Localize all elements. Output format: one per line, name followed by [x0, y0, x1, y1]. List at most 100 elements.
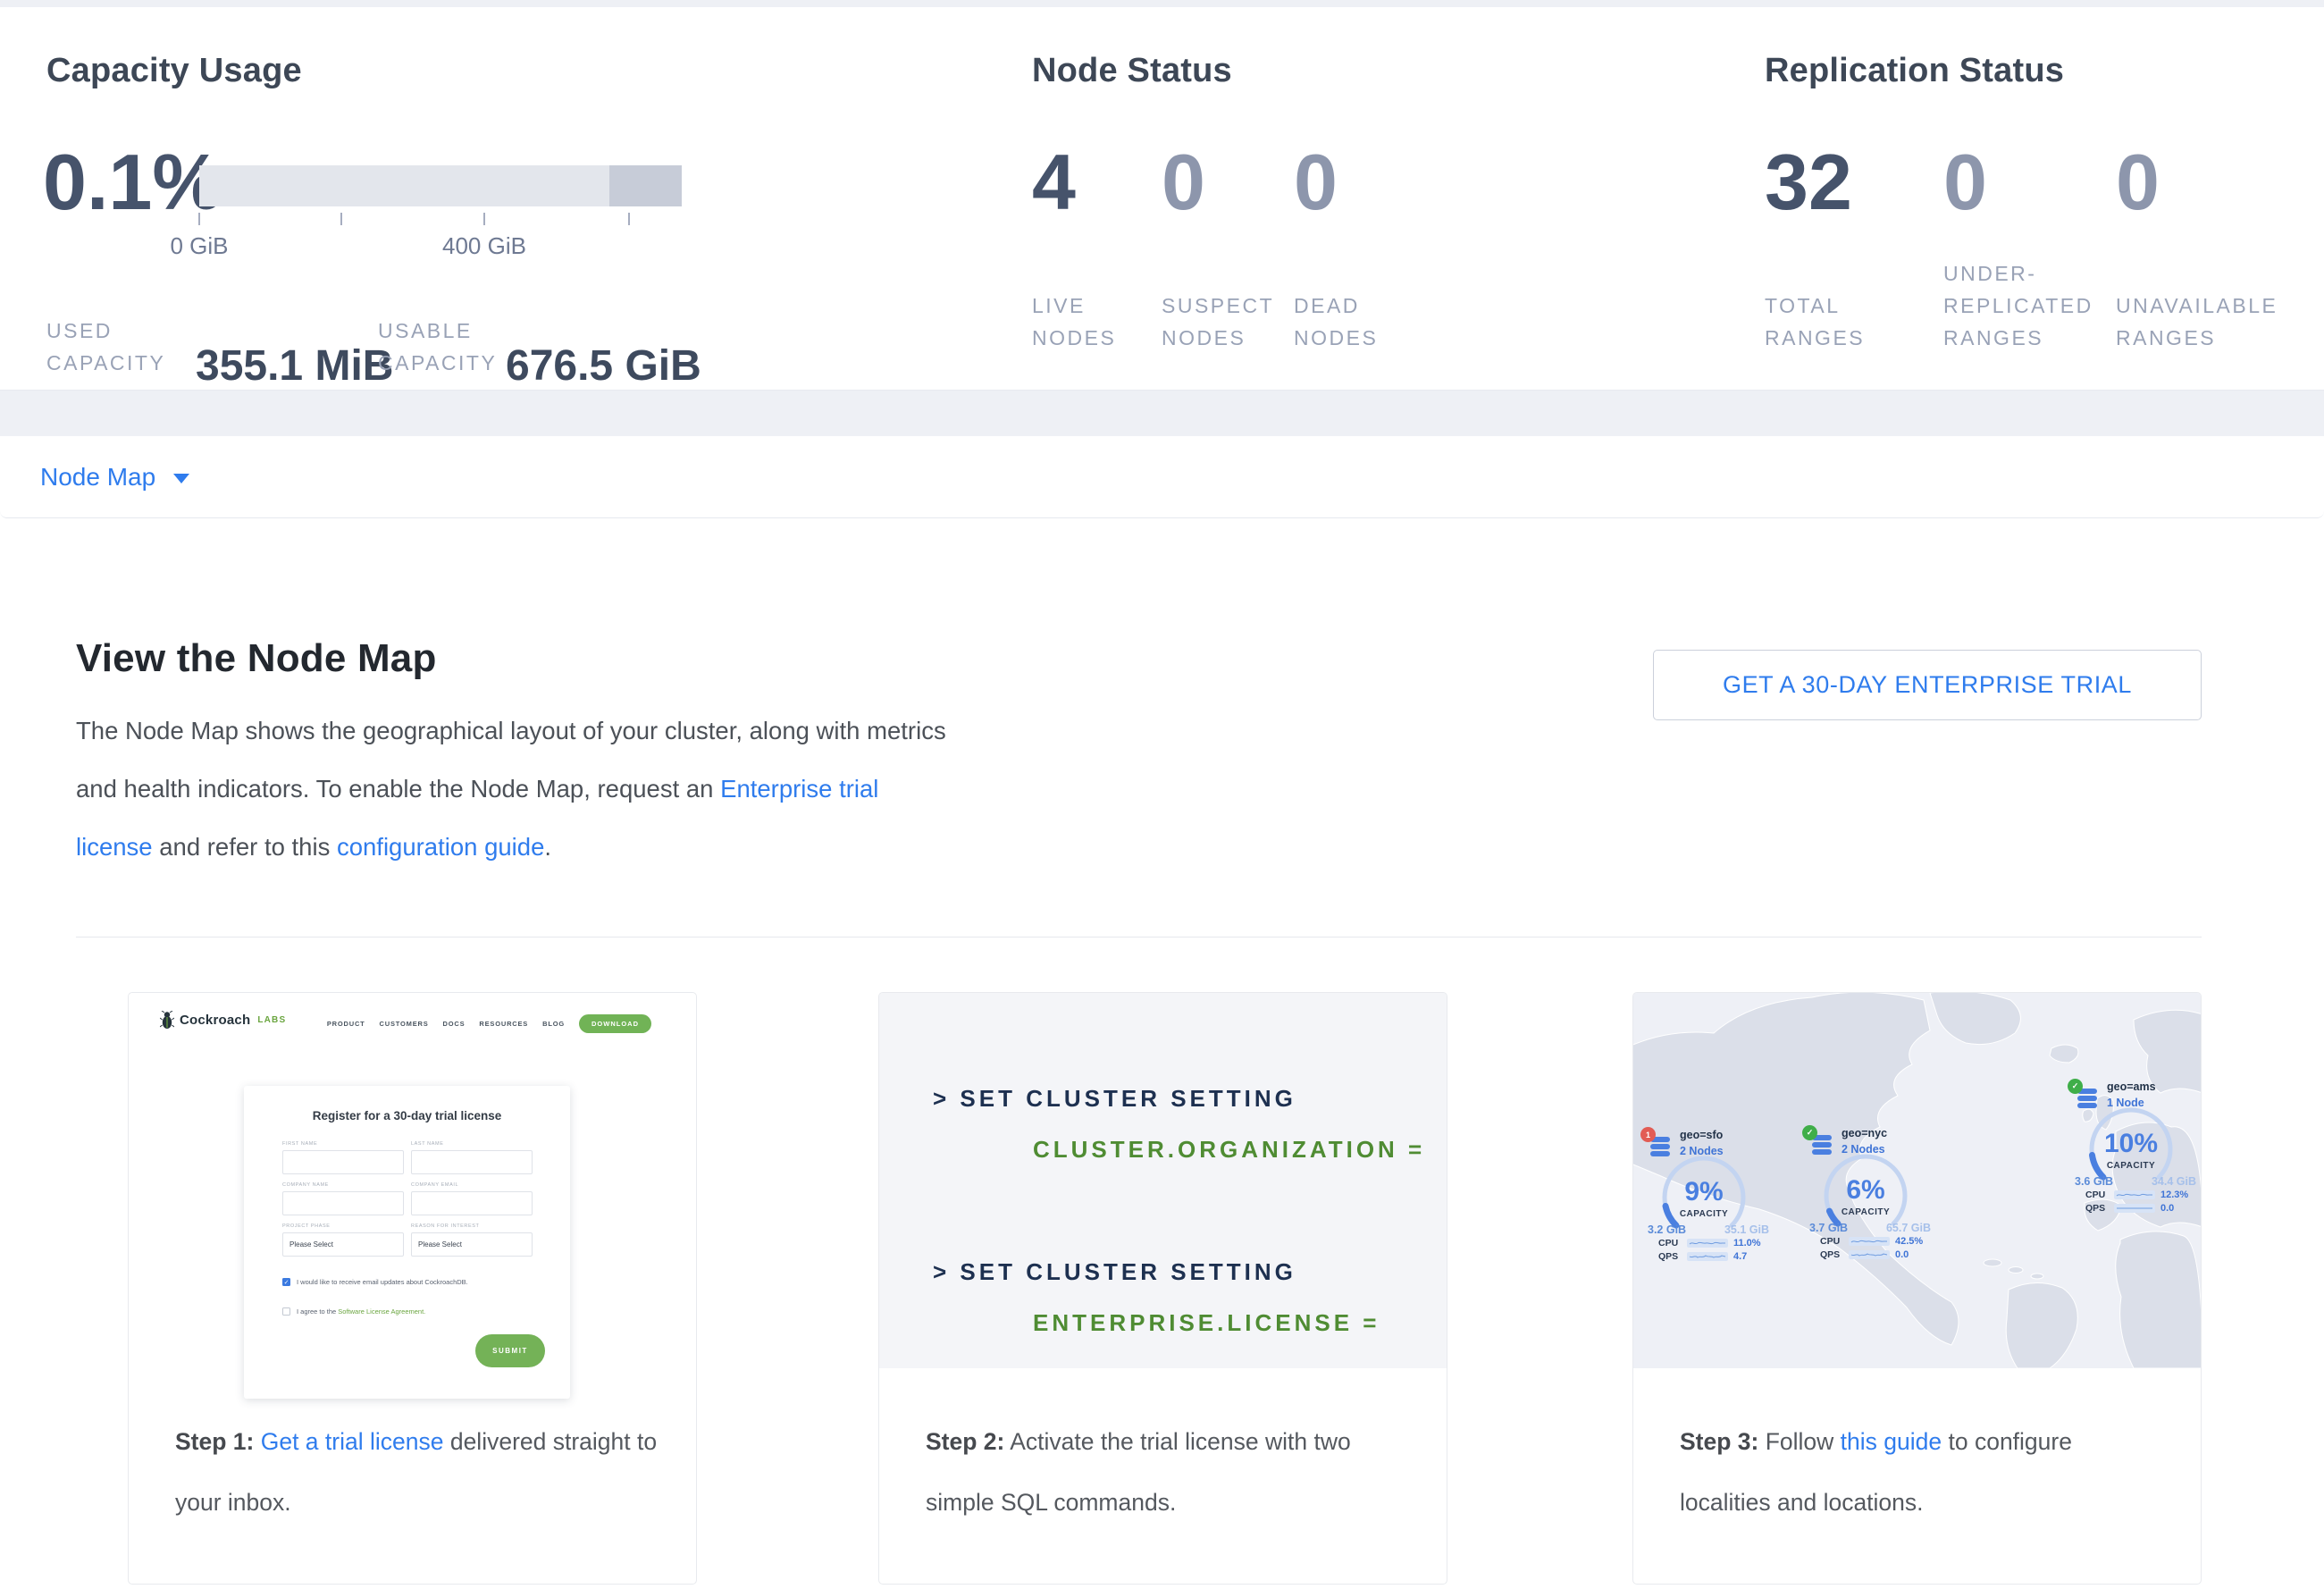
mini-field-label: REASON FOR INTEREST	[411, 1223, 533, 1229]
locality-geo-sfo: 1 geo=sfo 2 Nodes 9% CAPACITY 3.2 GiB 35…	[1640, 1125, 1774, 1255]
mini-checkbox-text: I agree to the	[297, 1307, 338, 1316]
axis-tick	[483, 213, 485, 225]
mini-nav-item: DOCS	[443, 1020, 466, 1028]
get-enterprise-trial-button[interactable]: GET A 30-DAY ENTERPRISE TRIAL	[1653, 650, 2202, 720]
capacity-percent: 9%	[1657, 1177, 1750, 1207]
step-1-label: Step 1:	[175, 1428, 254, 1455]
mini-field-label: PROJECT PHASE	[282, 1223, 404, 1229]
get-trial-license-link[interactable]: Get a trial license	[261, 1428, 444, 1455]
step-2-caption: Step 2: Activate the trial license with …	[926, 1411, 1408, 1533]
mini-field-label: COMPANY NAME	[282, 1182, 404, 1188]
cpu-value: 11.0%	[1733, 1238, 1761, 1248]
capacity-usage-title: Capacity Usage	[46, 52, 302, 90]
node-map-preview: 1 geo=sfo 2 Nodes 9% CAPACITY 3.2 GiB 35…	[1633, 993, 2202, 1368]
mini-input	[282, 1191, 404, 1215]
used-capacity-label: USED CAPACITY	[46, 315, 203, 379]
locality-geo-ams: ✓ geo=ams 1 Node 10% CAPACITY 3.6 GiB 34…	[2068, 1077, 2202, 1206]
capacity-usage-percent: 0.1%	[43, 143, 222, 222]
mini-nav-item: CUSTOMERS	[380, 1020, 429, 1028]
checkbox-checked-icon: ✓	[282, 1278, 290, 1286]
mini-nav-item: RESOURCES	[479, 1020, 528, 1028]
sql-command: > SET CLUSTER SETTING	[933, 1085, 1296, 1113]
sql-setting: CLUSTER.ORGANIZATION =	[1033, 1136, 1425, 1164]
dead-nodes-label: DEAD NODES	[1294, 290, 1392, 354]
mini-submit-button: SUBMIT	[475, 1334, 545, 1367]
cluster-summary-panel: Capacity Usage 0.1% 0 GiB 400 GiB USED C…	[0, 7, 2324, 391]
node-map-dropdown[interactable]: Node Map	[40, 463, 189, 492]
sql-code-block: > SET CLUSTER SETTING CLUSTER.ORGANIZATI…	[879, 993, 1447, 1368]
step-3-caption: Step 3: Follow this guide to configure l…	[1680, 1411, 2162, 1533]
mini-form-field: COMPANY EMAIL	[411, 1182, 533, 1215]
qps-label: QPS	[2085, 1203, 2109, 1214]
step-2-card: > SET CLUSTER SETTING CLUSTER.ORGANIZATI…	[878, 992, 1447, 1585]
cpu-label: CPU	[1820, 1236, 1843, 1247]
step-3-text: Follow	[1758, 1428, 1840, 1455]
cpu-value: 42.5%	[1895, 1236, 1923, 1247]
usable-capacity-value: 676.5 GiB	[506, 345, 701, 388]
under-replicated-ranges-label: UNDER-REPLICATED RANGES	[1943, 257, 2113, 354]
configuration-guide-link[interactable]: configuration guide	[337, 833, 544, 861]
mini-brand-suffix: LABS	[257, 1015, 286, 1025]
node-map-dropdown-label: Node Map	[40, 463, 155, 492]
node-status-title: Node Status	[1032, 52, 1232, 90]
suspect-nodes-value: 0	[1162, 143, 1205, 222]
capacity-used: 3.2 GiB	[1648, 1223, 1686, 1236]
mini-form-field: FIRST NAME	[282, 1141, 404, 1174]
step-1-caption: Step 1: Get a trial license delivered st…	[175, 1411, 658, 1533]
mini-form-field: COMPANY NAME	[282, 1182, 404, 1215]
mini-nav-item: BLOG	[542, 1020, 565, 1028]
trial-form-title: Register for a 30-day trial license	[244, 1109, 570, 1122]
chevron-down-icon	[173, 474, 189, 483]
capacity-percent: 6%	[1819, 1175, 1912, 1206]
cpu-sparkline-icon	[2114, 1190, 2155, 1199]
mini-checkbox-label: I would like to receive email updates ab…	[297, 1278, 468, 1286]
capacity-used: 3.7 GiB	[1809, 1222, 1848, 1234]
cpu-label: CPU	[2085, 1190, 2109, 1200]
cockroach-bug-icon	[160, 1011, 174, 1030]
checkbox-empty-icon	[282, 1307, 290, 1316]
mini-download-button: DOWNLOAD	[579, 1014, 651, 1033]
cpu-sparkline-icon	[1687, 1239, 1728, 1248]
step-1-text	[254, 1428, 260, 1455]
sql-command: > SET CLUSTER SETTING	[933, 1258, 1296, 1286]
capacity-total: 65.7 GiB	[1872, 1222, 1931, 1234]
unavailable-ranges-label: UNAVAILABLE RANGES	[2116, 290, 2295, 354]
axis-tick	[628, 213, 630, 225]
healthy-check-icon: ✓	[2068, 1079, 2083, 1094]
panel-gap	[0, 391, 2324, 436]
axis-tick-label: 0 GiB	[146, 232, 253, 260]
this-guide-link[interactable]: this guide	[1841, 1428, 1942, 1455]
mini-site-nav: PRODUCT CUSTOMERS DOCS RESOURCES BLOG DO…	[327, 1014, 651, 1033]
under-replicated-ranges-value: 0	[1943, 143, 1987, 222]
sql-setting: ENTERPRISE.LICENSE =	[1033, 1309, 1380, 1337]
step-3-card: 1 geo=sfo 2 Nodes 9% CAPACITY 3.2 GiB 35…	[1632, 992, 2202, 1585]
qps-label: QPS	[1820, 1249, 1843, 1260]
mini-license-agreement-link: Software License Agreement.	[338, 1307, 425, 1316]
step-3-label: Step 3:	[1680, 1428, 1758, 1455]
locality-geo-nyc: ✓ geo=nyc 2 Nodes 6% CAPACITY 3.7 GiB 65…	[1802, 1123, 1936, 1253]
capacity-label: CAPACITY	[1819, 1207, 1912, 1217]
mini-input	[282, 1150, 404, 1174]
mini-select: Please Select	[411, 1232, 533, 1257]
mini-form-field: LAST NAME	[411, 1141, 533, 1174]
node-map-description: The Node Map shows the geographical layo…	[76, 702, 947, 876]
capacity-percent: 10%	[2085, 1129, 2177, 1159]
dead-nodes-value: 0	[1294, 143, 1338, 222]
suspect-nodes-label: SUSPECT NODES	[1162, 290, 1296, 354]
qps-value: 4.7	[1733, 1251, 1747, 1262]
locality-name: geo=nyc	[1842, 1127, 1887, 1139]
mini-field-label: FIRST NAME	[282, 1141, 404, 1147]
step-2-label: Step 2:	[926, 1428, 1004, 1455]
qps-value: 0.0	[2160, 1203, 2174, 1214]
unavailable-ranges-value: 0	[2116, 143, 2160, 222]
mini-brand-text: Cockroach	[180, 1013, 250, 1028]
mini-form-field: PROJECT PHASE Please Select	[282, 1223, 404, 1257]
axis-tick	[198, 213, 200, 225]
view-selector-bar: Node Map	[0, 436, 2324, 518]
qps-sparkline-icon	[1849, 1250, 1890, 1259]
axis-tick	[340, 213, 342, 225]
qps-label: QPS	[1658, 1251, 1682, 1262]
live-nodes-label: LIVE NODES	[1032, 290, 1130, 354]
cpu-value: 12.3%	[2160, 1190, 2188, 1200]
axis-tick-label: 400 GiB	[431, 232, 538, 260]
